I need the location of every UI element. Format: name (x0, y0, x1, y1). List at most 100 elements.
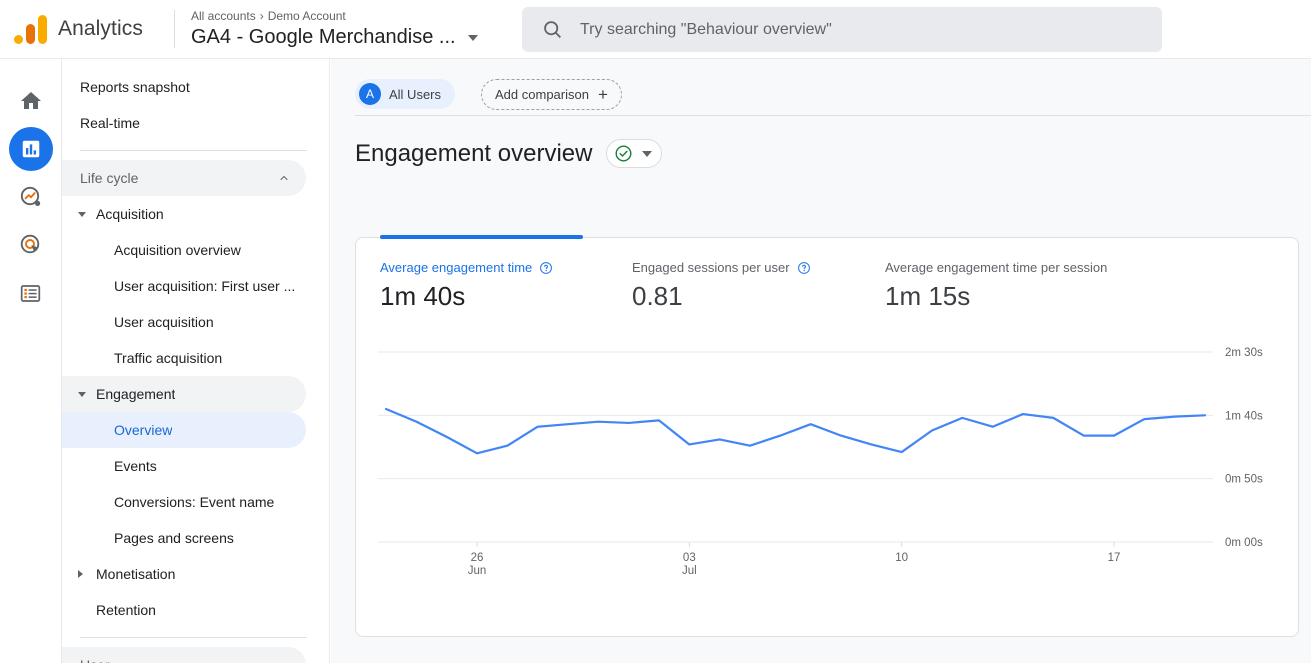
chevron-down-icon[interactable] (467, 35, 478, 41)
sidebar-item-label: Life cycle (80, 170, 139, 186)
sidebar-item-label: Pages and screens (114, 530, 234, 546)
chart-svg: 0m 00s 0m 50s 1m 40s 2m 30s 26Jun 03Jul 10 17 (378, 347, 1263, 577)
sidebar-navigation: Reports snapshot Real-time Life cycle Acqui… (62, 59, 330, 663)
account-selector[interactable]: All accounts › Demo Account GA4 - Google M… (191, 9, 478, 50)
x-axis-tick-sublabel: Jun (468, 565, 487, 577)
property-name[interactable]: GA4 - Google Merchandise ... (191, 24, 456, 50)
sidebar-item-conversions-event-name[interactable]: Conversions: Event name (62, 484, 306, 520)
sidebar-item-label: Acquisition (96, 206, 164, 222)
x-axis-tick-label: 26 (471, 552, 484, 564)
metric-label-row: Average engagement time per session (885, 260, 1107, 275)
sidebar-item-label: Engagement (96, 386, 176, 402)
search-input[interactable]: Try searching "Behaviour overview" (580, 21, 832, 39)
add-comparison-button[interactable]: Add comparison + (481, 78, 622, 110)
sidebar-item-label: Overview (114, 422, 173, 438)
sidebar-item-real-time[interactable]: Real-time (62, 105, 306, 141)
main-content: A All Users Add comparison + Engagement … (331, 59, 1311, 663)
y-axis-tick-label: 0m 00s (1225, 537, 1263, 549)
sidebar-item-pages-and-screens[interactable]: Pages and screens (62, 520, 306, 556)
comparison-chips-row: A All Users Add comparison + (331, 59, 1311, 110)
sidebar-divider (80, 637, 307, 638)
metric-label: Engaged sessions per user (632, 260, 790, 275)
engagement-line-chart[interactable]: 0m 00s 0m 50s 1m 40s 2m 30s 26 Jun 03 Jul 10 17 (356, 334, 1300, 584)
sidebar-divider (80, 150, 307, 151)
avatar: A (359, 83, 381, 105)
metric-value: 1m 40s (380, 281, 466, 311)
metric-average-engagement-time[interactable]: Average engagement time 1m 40s (380, 260, 632, 312)
metric-value: 0.81 (632, 281, 683, 311)
chevron-up-icon[interactable] (278, 172, 290, 184)
chip-all-users-label: All Users (389, 86, 442, 102)
check-circle-icon (615, 145, 632, 162)
metric-label: Average engagement time (380, 260, 533, 275)
sidebar-item-label: Retention (96, 602, 156, 618)
breadcrumb-demo-account[interactable]: Demo Account (268, 9, 346, 23)
sidebar-item-label: User (80, 657, 110, 663)
search-bar[interactable]: Try searching "Behaviour overview" (522, 7, 1162, 52)
metric-label-row: Average engagement time (380, 260, 632, 275)
sidebar-item-label: User acquisition: First user ... (114, 278, 296, 294)
rail-item-reports[interactable] (8, 127, 53, 171)
home-icon (20, 92, 41, 109)
breadcrumb-separator: › (259, 8, 264, 23)
x-axis-tick-label: 03 (683, 552, 696, 564)
triangle-down-icon[interactable] (78, 391, 86, 397)
sidebar-item-label: User acquisition (114, 314, 214, 330)
y-axis-tick-label: 2m 30s (1225, 347, 1263, 359)
rail-item-library[interactable] (9, 271, 53, 315)
rail-item-home[interactable] (9, 79, 53, 123)
sidebar-item-life-cycle[interactable]: Life cycle (62, 160, 306, 196)
sidebar-item-user-acquisition[interactable]: User acquisition (62, 304, 306, 340)
brand-name: Analytics (58, 17, 143, 40)
search-icon (544, 21, 561, 38)
x-axis-tick-label: 17 (1108, 552, 1121, 564)
sidebar-item-label: Events (114, 458, 157, 474)
sidebar-item-acquisition[interactable]: Acquisition (62, 196, 306, 232)
x-axis-tick-sublabel: Jul (682, 565, 697, 577)
sidebar-item-label: Traffic acquisition (114, 350, 223, 366)
active-metric-indicator (380, 235, 583, 239)
google-analytics-logo-icon (14, 14, 48, 44)
x-axis-tick-label: 10 (895, 552, 908, 564)
header-divider (174, 10, 175, 48)
icon-rail (0, 59, 62, 663)
sidebar-item-acquisition-overview[interactable]: Acquisition overview (62, 232, 306, 268)
sidebar-item-overview[interactable]: Overview (62, 412, 306, 448)
chevron-up-icon[interactable] (278, 659, 290, 663)
status-badge[interactable] (606, 139, 663, 168)
metrics-row: Average engagement time 1m 40s Engaged ses… (356, 238, 1298, 312)
metric-average-engagement-time-per-session[interactable]: Average engagement time per session 1m 15… (885, 260, 1107, 312)
sidebar-item-label: Conversions: Event name (114, 494, 275, 510)
sidebar-item-monetisation[interactable]: Monetisation (62, 556, 306, 592)
triangle-down-icon[interactable] (78, 211, 86, 217)
engagement-overview-card: Average engagement time 1m 40s Engaged ses… (355, 235, 1300, 637)
chip-all-users[interactable]: A All Users (355, 79, 456, 109)
top-bar: Analytics All accounts › Demo Account GA4 … (0, 0, 1311, 59)
library-list-icon (20, 284, 41, 302)
brand-logo-area[interactable]: Analytics (0, 14, 170, 44)
sidebar-item-label: Monetisation (96, 566, 176, 582)
chevron-down-icon[interactable] (642, 150, 653, 157)
metric-label: Average engagement time per session (885, 260, 1108, 275)
sidebar-item-reports-snapshot[interactable]: Reports snapshot (62, 69, 306, 105)
sidebar-item-retention[interactable]: Retention (62, 592, 306, 628)
sidebar-item-engagement[interactable]: Engagement (62, 376, 306, 412)
sidebar-item-traffic-acquisition[interactable]: Traffic acquisition (62, 340, 306, 376)
metric-engaged-sessions-per-user[interactable]: Engaged sessions per user 0.81 (632, 260, 885, 312)
sidebar-item-label: Reports snapshot (80, 79, 190, 95)
y-axis-tick-label: 0m 50s (1225, 474, 1263, 486)
sidebar-item-user[interactable]: User (62, 647, 306, 663)
breadcrumb: All accounts › Demo Account (191, 9, 478, 24)
rail-item-explore[interactable] (9, 175, 53, 219)
metric-label-row: Engaged sessions per user (632, 260, 885, 275)
help-circle-icon[interactable] (539, 261, 553, 275)
help-circle-icon[interactable] (797, 261, 811, 275)
triangle-right-icon[interactable] (78, 570, 83, 578)
plus-icon: + (597, 84, 608, 104)
sidebar-item-user-acquisition-first-user[interactable]: User acquisition: First user ... (62, 268, 306, 304)
sidebar-item-events[interactable]: Events (62, 448, 306, 484)
explore-trend-icon (20, 186, 40, 206)
breadcrumb-all-accounts[interactable]: All accounts (191, 9, 256, 23)
page-title: Engagement overview (355, 139, 593, 167)
rail-item-advertising[interactable] (9, 223, 53, 267)
